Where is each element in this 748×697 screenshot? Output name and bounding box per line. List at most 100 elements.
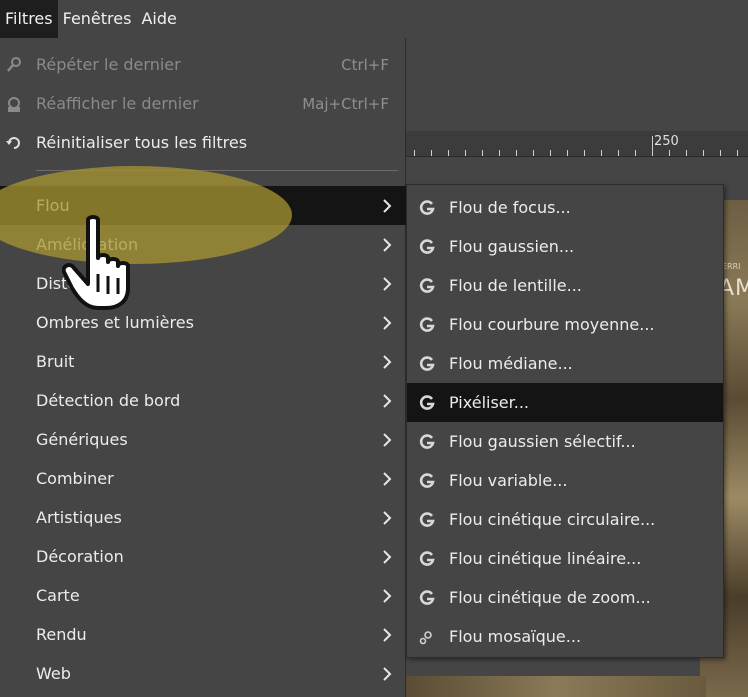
chevron-right-icon [383, 667, 392, 681]
menu-item-combiner[interactable]: Combiner [0, 459, 406, 498]
menu-item-label: Réafficher le dernier [36, 94, 199, 113]
menu-item-decoration[interactable]: Décoration [0, 537, 406, 576]
gegl-icon [419, 550, 435, 566]
ruler-tick [703, 150, 704, 156]
ruler-tick [652, 136, 653, 156]
submenu-item-label: Flou gaussien... [449, 237, 575, 256]
chevron-right-icon [383, 550, 392, 564]
submenu-item-label: Flou médiane... [449, 354, 573, 373]
menu-item-reset-filters[interactable]: Réinitialiser tous les filtres [0, 123, 406, 162]
menu-item-label: Détection de bord [36, 391, 181, 410]
menu-item-detection-bord[interactable]: Détection de bord [0, 381, 406, 420]
menu-item-web[interactable]: Web [0, 654, 406, 693]
menu-item-label: Carte [36, 586, 80, 605]
ruler-tick [737, 150, 738, 156]
menu-item-label: Réinitialiser tous les filtres [36, 133, 248, 152]
chevron-right-icon [383, 628, 392, 642]
menu-item-flou[interactable]: Flou [0, 186, 406, 225]
menu-item-distorsions[interactable]: Distorsions [0, 264, 406, 303]
submenu-item[interactable]: Pixéliser... [407, 383, 723, 422]
menu-item-bruit[interactable]: Bruit [0, 342, 406, 381]
menu-separator [36, 170, 398, 171]
image-canvas-bottom [406, 676, 706, 697]
chevron-right-icon [383, 472, 392, 486]
menu-item-repeat-last[interactable]: Répéter le dernier Ctrl+F [0, 45, 406, 84]
submenu-item-label: Flou cinétique linéaire... [449, 549, 642, 568]
reset-icon [4, 133, 24, 153]
submenu-item-label: Flou mosaïque... [449, 627, 582, 646]
menu-item-amelioration[interactable]: Amélioration [0, 225, 406, 264]
submenu-item-label: Flou courbure moyenne... [449, 315, 655, 334]
gegl-icon [419, 394, 435, 410]
submenu-item[interactable]: Flou cinétique de zoom... [407, 578, 723, 617]
ruler-tick [499, 150, 500, 156]
submenu-item[interactable]: Flou mosaïque... [407, 617, 723, 656]
submenu-item-label: Flou de focus... [449, 198, 571, 217]
gegl-icon [419, 589, 435, 605]
ruler-tick [686, 150, 687, 156]
submenu-item[interactable]: Flou courbure moyenne... [407, 305, 723, 344]
chevron-right-icon [383, 355, 392, 369]
chevron-right-icon [383, 394, 392, 408]
submenu-item-label: Flou cinétique de zoom... [449, 588, 651, 607]
submenu-item[interactable]: Flou cinétique circulaire... [407, 500, 723, 539]
menu-item-label: Bruit [36, 352, 75, 371]
menu-item-reshow-last[interactable]: Réafficher le dernier Maj+Ctrl+F [0, 84, 406, 123]
chevron-right-icon [383, 277, 392, 291]
ruler-tick [584, 150, 585, 156]
submenu-item[interactable]: Flou cinétique linéaire... [407, 539, 723, 578]
menu-item-label: Combiner [36, 469, 114, 488]
image-text-small: ERRI [722, 262, 741, 271]
submenu-item[interactable]: Flou gaussien... [407, 227, 723, 266]
ruler-tick [567, 150, 568, 156]
gegl-icon [419, 355, 435, 371]
horizontal-ruler[interactable] [406, 131, 748, 157]
menu-item-rendu[interactable]: Rendu [0, 615, 406, 654]
filters-menu: Répéter le dernier Ctrl+F Réafficher le … [0, 38, 406, 697]
menu-item-label: Génériques [36, 430, 128, 449]
menu-item-label: Web [36, 664, 71, 683]
menu-item-generiques[interactable]: Génériques [0, 420, 406, 459]
menu-fenetres[interactable]: Fenêtres [58, 0, 137, 38]
submenu-item[interactable]: Flou de focus... [407, 188, 723, 227]
menu-item-shortcut: Maj+Ctrl+F [302, 94, 389, 113]
ruler-tick [448, 150, 449, 156]
submenu-item-label: Flou gaussien sélectif... [449, 432, 636, 451]
submenu-item-label: Pixéliser... [449, 393, 529, 412]
ruler-tick [720, 150, 721, 156]
menu-item-carte[interactable]: Carte [0, 576, 406, 615]
gegl-icon [419, 472, 435, 488]
ruler-tick [533, 150, 534, 156]
ruler-tick [550, 150, 551, 156]
blur-submenu: Flou de focus... Flou gaussien... Flou de … [406, 184, 724, 658]
submenu-item[interactable]: Flou de lentille... [407, 266, 723, 305]
submenu-item[interactable]: Flou gaussien sélectif... [407, 422, 723, 461]
submenu-item[interactable]: Flou médiane... [407, 344, 723, 383]
menu-item-ombres-lumieres[interactable]: Ombres et lumières [0, 303, 406, 342]
menu-item-label: Artistiques [36, 508, 122, 527]
menu-item-artistiques[interactable]: Artistiques [0, 498, 406, 537]
chevron-right-icon [383, 316, 392, 330]
menu-item-label: Distorsions [36, 274, 125, 293]
ruler-tick [465, 150, 466, 156]
ruler-tick [601, 150, 602, 156]
chevron-right-icon [383, 199, 392, 213]
ruler-tick [516, 150, 517, 156]
reshow-gear-icon [4, 94, 24, 114]
gegl-icon [419, 433, 435, 449]
ruler-tick [618, 150, 619, 156]
menu-item-label: Répéter le dernier [36, 55, 181, 74]
ruler-tick [414, 150, 415, 156]
menu-aide[interactable]: Aide [136, 0, 181, 38]
gegl-icon [419, 277, 435, 293]
submenu-item-label: Flou cinétique circulaire... [449, 510, 656, 529]
ruler-label: 250 [654, 134, 679, 149]
menu-item-label: Ombres et lumières [36, 313, 194, 332]
ruler-tick [431, 150, 432, 156]
menubar: Filtres Fenêtres Aide [0, 0, 748, 38]
menu-item-label: Flou [36, 196, 70, 215]
menu-item-label: Rendu [36, 625, 87, 644]
submenu-item[interactable]: Flou variable... [407, 461, 723, 500]
ruler-tick [635, 150, 636, 156]
menu-filtres[interactable]: Filtres [0, 0, 58, 38]
